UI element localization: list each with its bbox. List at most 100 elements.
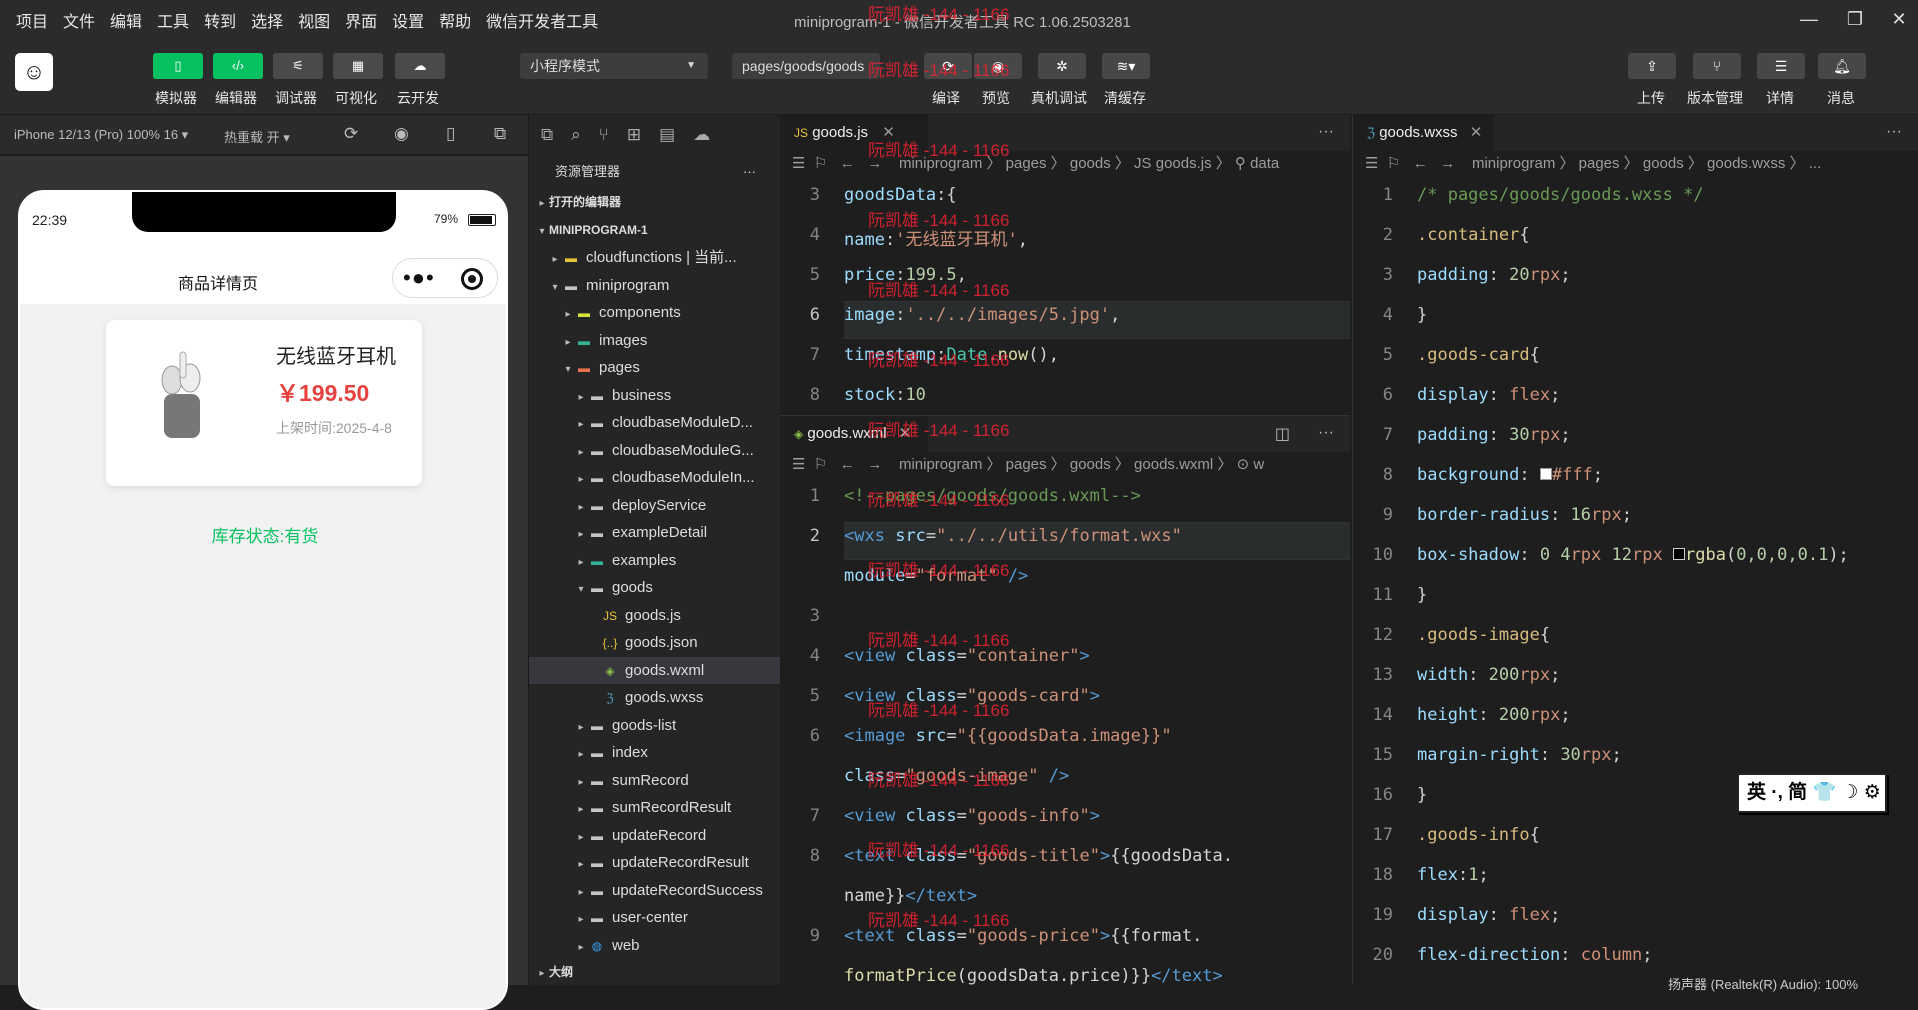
tree-item[interactable]: {..} goods.json bbox=[529, 629, 780, 657]
forward-icon[interactable]: → bbox=[867, 155, 882, 172]
menu-item-help[interactable]: 帮助 bbox=[439, 8, 471, 32]
layout-icon[interactable]: ▤ bbox=[659, 125, 675, 145]
editor-goods-wxss[interactable]: ℨ goods.wxss ✕ ··· ☰ ⚐ ← → miniprogram 〉… bbox=[1352, 115, 1918, 985]
search-icon[interactable]: ⌕ bbox=[571, 125, 581, 145]
phone-icon[interactable]: ▯ bbox=[446, 124, 455, 144]
tree-item[interactable]: ◈ goods.wxml bbox=[529, 656, 780, 684]
tree-item[interactable]: ▸ ◍ web bbox=[529, 932, 780, 960]
tab-goods-js[interactable]: JS goods.js ✕ bbox=[780, 115, 928, 151]
upload-icon[interactable]: ⇪ bbox=[1628, 53, 1676, 79]
goods-card[interactable]: 无线蓝牙耳机 ￥199.50 上架时间:2025-4-8 bbox=[106, 320, 422, 486]
chevron-right-icon[interactable]: ▸ bbox=[574, 384, 588, 410]
outline-icon[interactable]: ☰ bbox=[792, 155, 805, 172]
tree-item[interactable]: ▸ ▬ exampleDetail bbox=[529, 519, 780, 547]
branch-icon[interactable]: ⑂ bbox=[1693, 53, 1741, 79]
chevron-right-icon[interactable]: ▸ bbox=[548, 246, 562, 272]
tree-item[interactable]: ▸ ▬ examples bbox=[529, 547, 780, 575]
more-icon[interactable]: ··· bbox=[1318, 424, 1334, 442]
tree-item[interactable]: ▸ ▬ cloudbaseModuleG... bbox=[529, 437, 780, 465]
chevron-right-icon[interactable]: ▸ bbox=[574, 824, 588, 850]
menu-item-settings[interactable]: 设置 bbox=[392, 8, 424, 32]
ime-toolbar[interactable]: 英 ·, 简 👕 ☽ ⚙ bbox=[1737, 773, 1887, 813]
close-icon[interactable]: ✕ bbox=[882, 124, 895, 141]
tree-item[interactable]: ▸ ▬ components bbox=[529, 299, 780, 327]
upload-button-label[interactable]: 上传 bbox=[1637, 88, 1665, 108]
tree-section[interactable]: ▸ 打开的编辑器 bbox=[529, 189, 780, 217]
tab-goods-wxss[interactable]: ℨ goods.wxss ✕ bbox=[1353, 115, 1493, 151]
simulator-button-label[interactable]: 模拟器 bbox=[155, 88, 197, 108]
back-icon[interactable]: ← bbox=[840, 155, 855, 172]
menu-item-select[interactable]: 选择 bbox=[251, 8, 283, 32]
menu-item-devtools[interactable]: 微信开发者工具 bbox=[486, 8, 598, 32]
bookmark-icon[interactable]: ⚐ bbox=[814, 155, 827, 172]
chevron-down-icon[interactable]: ▾ bbox=[574, 576, 588, 602]
refresh-icon[interactable]: ⟳ bbox=[924, 53, 972, 79]
clear-cache-button-label[interactable]: 清缓存 bbox=[1104, 88, 1146, 108]
more-icon[interactable]: ··· bbox=[1886, 123, 1902, 141]
chevron-right-icon[interactable]: ▸ bbox=[535, 190, 549, 217]
back-icon[interactable]: ← bbox=[1413, 155, 1428, 172]
chevron-down-icon[interactable]: ▾ bbox=[561, 356, 575, 382]
menu-item-goto[interactable]: 转到 bbox=[204, 8, 236, 32]
bug-icon[interactable]: ✲ bbox=[1038, 53, 1086, 79]
mode-select[interactable]: 小程序模式 ▼ bbox=[520, 53, 708, 79]
tab-goods-wxml[interactable]: ◈ goods.wxml ✕ bbox=[780, 416, 928, 452]
outline-icon[interactable]: ☰ bbox=[1365, 155, 1378, 172]
more-icon[interactable]: ··· bbox=[743, 155, 756, 189]
branch-icon[interactable]: ⑂ bbox=[599, 125, 609, 145]
avatar[interactable]: ☺ bbox=[15, 53, 53, 91]
cloud-icon[interactable]: ☁ bbox=[395, 53, 445, 79]
menu-item-tools[interactable]: 工具 bbox=[157, 8, 189, 32]
tree-item[interactable]: ▸ ▬ updateRecordResult bbox=[529, 849, 780, 877]
tree-item[interactable]: ▸ ▬ cloudbaseModuleD... bbox=[529, 409, 780, 437]
capsule-menu[interactable]: •●• bbox=[392, 258, 498, 298]
code-icon[interactable]: ‹/› bbox=[213, 53, 263, 79]
chevron-right-icon[interactable]: ▸ bbox=[574, 494, 588, 520]
tree-item[interactable]: JS goods.js bbox=[529, 602, 780, 630]
forward-icon[interactable]: → bbox=[867, 456, 882, 473]
chevron-right-icon[interactable]: ▸ bbox=[574, 714, 588, 740]
chevron-right-icon[interactable]: ▸ bbox=[574, 466, 588, 492]
chevron-right-icon[interactable]: ▸ bbox=[574, 769, 588, 795]
tree-item[interactable]: ▸ ▬ index bbox=[529, 739, 780, 767]
chevron-down-icon[interactable]: ▾ bbox=[548, 274, 562, 300]
editor-goods-wxml[interactable]: ◈ goods.wxml ✕ ◫ ··· ☰ ⚐ ← → miniprogram… bbox=[780, 415, 1350, 986]
chevron-right-icon[interactable]: ▸ bbox=[574, 879, 588, 905]
layers-icon[interactable]: ≋▾ bbox=[1102, 53, 1150, 79]
list-icon[interactable]: ☰ bbox=[1757, 53, 1805, 79]
eye-icon[interactable]: ◉ bbox=[974, 53, 1022, 79]
tree-item[interactable]: ▸ ▬ updateRecord bbox=[529, 822, 780, 850]
bell-icon[interactable]: 🔔︎ bbox=[1818, 53, 1866, 79]
messages-button-label[interactable]: 消息 bbox=[1827, 88, 1855, 108]
tree-item[interactable]: ▸ ▬ goods-list bbox=[529, 712, 780, 740]
tree-section[interactable]: ▾ MINIPROGRAM-1 bbox=[529, 217, 780, 245]
tree-item[interactable]: ▸ ▬ updateRecordSuccess bbox=[529, 877, 780, 905]
chevron-right-icon[interactable]: ▸ bbox=[574, 439, 588, 465]
bookmark-icon[interactable]: ⚐ bbox=[1387, 155, 1400, 172]
menu-item-project[interactable]: 项目 bbox=[16, 8, 48, 32]
bookmark-icon[interactable]: ⚐ bbox=[814, 456, 827, 473]
tree-item[interactable]: ▸ ▬ images bbox=[529, 327, 780, 355]
chevron-right-icon[interactable]: ▸ bbox=[574, 796, 588, 822]
stop-icon[interactable]: ◉ bbox=[394, 124, 409, 144]
chevron-right-icon[interactable]: ▸ bbox=[574, 741, 588, 767]
menu-item-view[interactable]: 视图 bbox=[298, 8, 330, 32]
tree-item[interactable]: ℨgoods.wxss bbox=[529, 684, 780, 712]
tree-item[interactable]: ▾ ▬ pages bbox=[529, 354, 780, 382]
tree-item[interactable]: ▸ ▬ deployService bbox=[529, 492, 780, 520]
more-icon[interactable]: •●• bbox=[403, 265, 435, 291]
refresh-icon[interactable]: ⟳ bbox=[344, 124, 358, 144]
minimize-icon[interactable]: — bbox=[1796, 6, 1822, 32]
extensions-icon[interactable]: ⊞ bbox=[627, 125, 641, 145]
tree-item[interactable]: ▸ ▬ sumRecord bbox=[529, 767, 780, 795]
close-icon[interactable]: ✕ bbox=[899, 425, 912, 442]
chevron-right-icon[interactable]: ▸ bbox=[574, 934, 588, 960]
chevron-right-icon[interactable]: ▸ bbox=[535, 960, 549, 987]
close-icon[interactable]: ✕ bbox=[1470, 124, 1483, 141]
chevron-right-icon[interactable]: ▸ bbox=[574, 906, 588, 932]
page-select[interactable]: pages/goods/goods bbox=[732, 53, 880, 79]
code-area[interactable]: 1 <!--pages/goods/goods.wxml--> 2 <wxs src=… bbox=[780, 478, 1350, 986]
chevron-right-icon[interactable]: ▸ bbox=[574, 411, 588, 437]
debugger-button-label[interactable]: 调试器 bbox=[275, 88, 317, 108]
phone-icon[interactable]: ▯ bbox=[153, 53, 203, 79]
